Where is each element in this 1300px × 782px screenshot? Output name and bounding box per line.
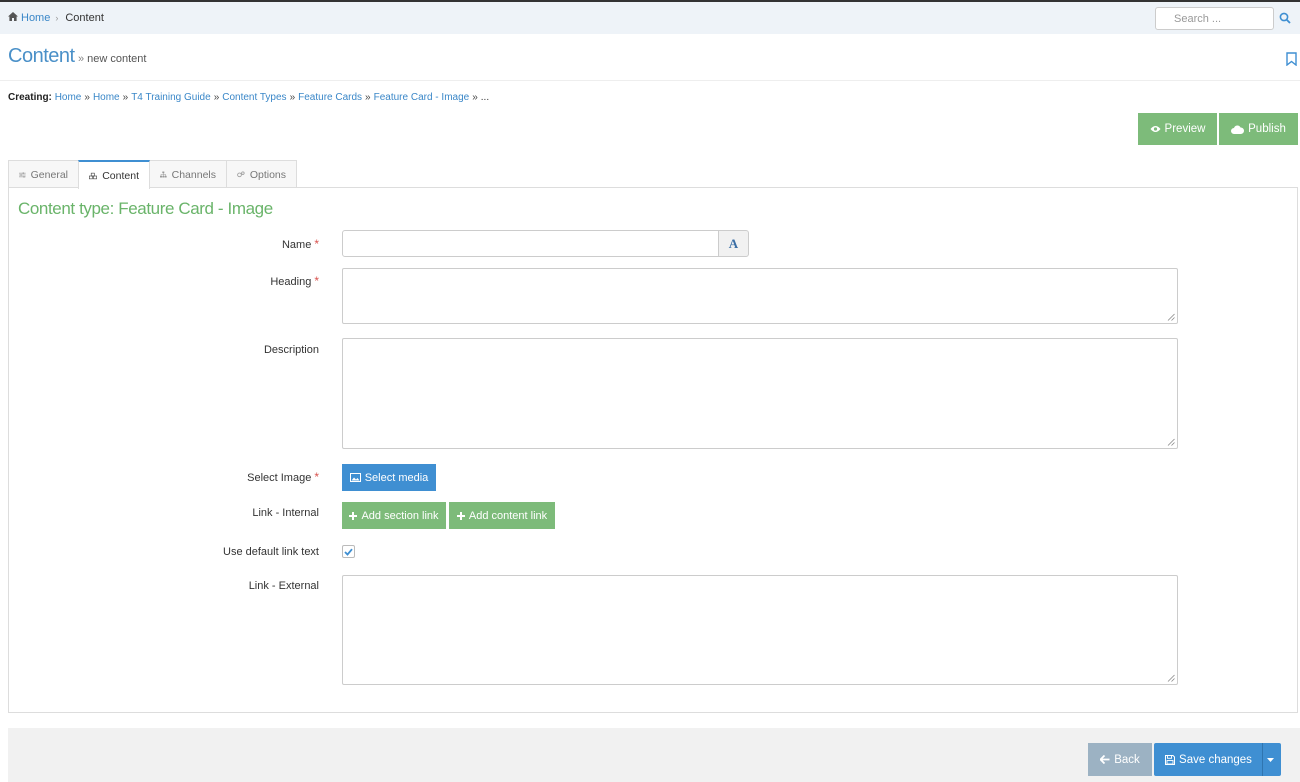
creating-path-link[interactable]: Home bbox=[55, 92, 82, 103]
save-options-dropdown[interactable] bbox=[1262, 743, 1281, 776]
tab-channels-label: Channels bbox=[171, 168, 216, 181]
page-subtitle: » new content bbox=[78, 53, 146, 65]
link-external-textarea[interactable] bbox=[342, 575, 1178, 685]
heading-label: Heading * bbox=[8, 274, 319, 288]
top-bar: Home › Content bbox=[0, 0, 1300, 34]
creating-path: Creating: Home» Home» T4 Training Guide» Co… bbox=[8, 92, 490, 103]
select-media-button-label: Select media bbox=[364, 471, 429, 484]
sliders-icon bbox=[19, 171, 26, 178]
cloud-icon bbox=[1231, 125, 1245, 134]
preview-button[interactable]: Preview bbox=[1138, 113, 1217, 145]
tab-general-label: General bbox=[30, 168, 68, 181]
creating-path-link[interactable]: Content Types bbox=[222, 92, 286, 103]
publish-button-label: Publish bbox=[1248, 123, 1286, 135]
name-label: Name * bbox=[8, 237, 319, 251]
save-changes-label: Save changes bbox=[1179, 753, 1252, 766]
resize-grip-icon[interactable] bbox=[1167, 674, 1175, 682]
add-section-link-label: Add section link bbox=[361, 509, 439, 522]
add-section-link-button[interactable]: Add section link bbox=[342, 502, 446, 529]
add-content-link-button[interactable]: Add content link bbox=[449, 502, 555, 529]
resize-grip-icon[interactable] bbox=[1167, 438, 1175, 446]
chevron-right-icon: › bbox=[55, 13, 59, 23]
description-label: Description bbox=[263, 344, 319, 356]
default-link-checkbox[interactable] bbox=[342, 545, 355, 558]
required-asterisk: * bbox=[314, 274, 319, 288]
heading-label-text: Heading bbox=[270, 276, 312, 288]
breadcrumb-home-link[interactable]: Home bbox=[21, 12, 50, 24]
publish-button[interactable]: Publish bbox=[1219, 113, 1298, 145]
arrow-left-icon bbox=[1100, 755, 1110, 764]
search-input[interactable] bbox=[1155, 7, 1274, 30]
search-icon[interactable] bbox=[1279, 12, 1291, 24]
raquo-icon: » bbox=[78, 53, 85, 65]
creating-path-trail: ... bbox=[480, 92, 490, 103]
tab-channels[interactable]: Channels bbox=[149, 160, 227, 188]
content-type-title: Content type: Feature Card - Image bbox=[18, 199, 273, 218]
back-button-label: Back bbox=[1114, 753, 1140, 766]
creating-path-link[interactable]: Feature Cards bbox=[298, 92, 362, 103]
creating-path-link[interactable]: Home bbox=[93, 92, 120, 103]
tab-content-label: Content bbox=[102, 169, 139, 182]
description-textarea[interactable] bbox=[342, 338, 1178, 449]
tab-general[interactable]: General bbox=[8, 160, 79, 188]
breadcrumb-current: Content bbox=[65, 12, 104, 24]
default-link-label: Use default link text bbox=[223, 546, 319, 558]
add-content-link-label: Add content link bbox=[468, 509, 548, 522]
bookmark-icon[interactable] bbox=[1286, 52, 1297, 66]
plus-icon bbox=[349, 511, 358, 520]
name-label-text: Name bbox=[281, 239, 312, 251]
required-asterisk: * bbox=[314, 237, 319, 251]
check-icon bbox=[344, 548, 353, 556]
preview-button-label: Preview bbox=[1164, 123, 1206, 135]
creating-label: Creating: bbox=[8, 92, 52, 103]
select-media-button[interactable]: Select media bbox=[342, 464, 436, 491]
plus-icon bbox=[456, 511, 465, 520]
cogs-icon bbox=[237, 171, 245, 178]
creating-path-link[interactable]: T4 Training Guide bbox=[131, 92, 211, 103]
eye-icon bbox=[1150, 126, 1161, 132]
resize-grip-icon[interactable] bbox=[1167, 313, 1175, 321]
tab-content[interactable]: Content bbox=[78, 160, 150, 189]
home-icon bbox=[8, 12, 18, 24]
text-format-icon[interactable]: A bbox=[718, 230, 749, 257]
tab-bar: General Content Channels Options bbox=[8, 160, 297, 189]
image-icon bbox=[349, 473, 361, 482]
select-image-label: Select Image * bbox=[8, 470, 319, 484]
required-asterisk: * bbox=[314, 470, 319, 484]
page-title: Content bbox=[8, 45, 75, 67]
tab-options-label: Options bbox=[249, 168, 286, 181]
back-button[interactable]: Back bbox=[1088, 743, 1152, 776]
heading-textarea[interactable] bbox=[342, 268, 1178, 324]
link-external-label: Link - External bbox=[248, 580, 319, 592]
sitemap-icon bbox=[160, 171, 167, 178]
caret-down-icon bbox=[1266, 757, 1274, 762]
save-changes-button[interactable]: Save changes bbox=[1154, 743, 1263, 776]
link-internal-label: Link - Internal bbox=[252, 507, 319, 519]
name-field[interactable] bbox=[342, 230, 719, 257]
breadcrumb: Home › Content bbox=[8, 12, 104, 24]
floppy-icon bbox=[1165, 754, 1176, 765]
select-image-label-text: Select Image bbox=[247, 472, 312, 484]
header-divider bbox=[0, 80, 1300, 81]
creating-path-link[interactable]: Feature Card - Image bbox=[374, 92, 470, 103]
cubes-icon bbox=[89, 172, 97, 179]
tab-options[interactable]: Options bbox=[226, 160, 297, 188]
page-subtitle-text: new content bbox=[87, 53, 147, 65]
